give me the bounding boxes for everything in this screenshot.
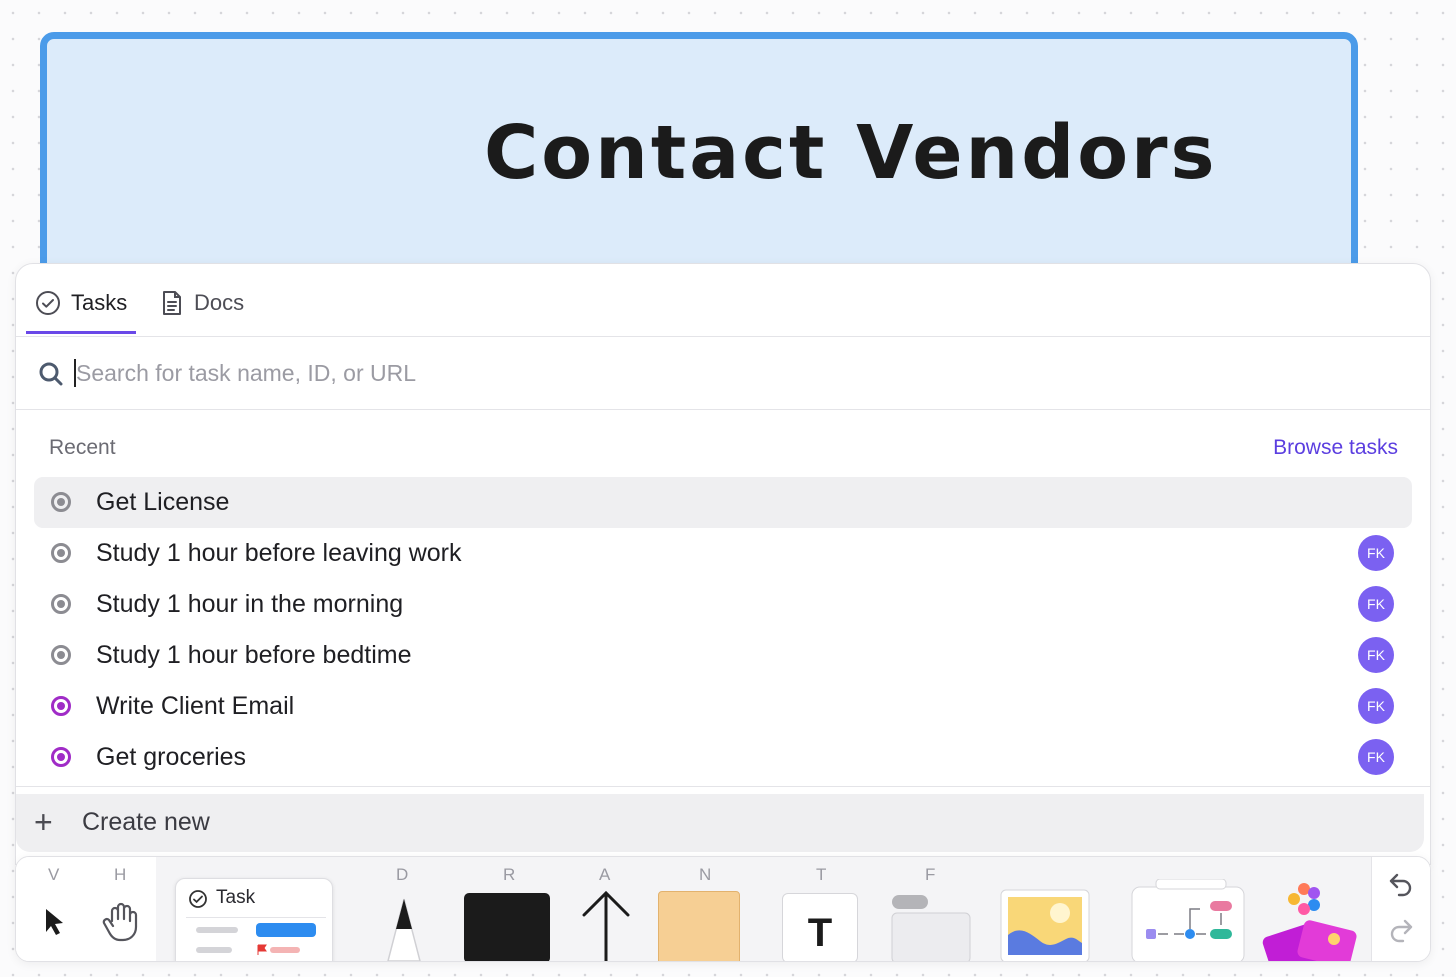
task-name: Write Client Email [96,692,295,720]
tab-docs[interactable]: Docs [160,282,244,334]
status-icon [51,747,71,767]
hand-shortcut: H [114,865,127,884]
task-name: Get groceries [96,743,247,771]
search-input[interactable] [74,353,976,393]
list-item[interactable]: Get groceries FK [34,732,1412,783]
redo-icon[interactable] [1388,917,1414,950]
avatar[interactable]: FK [1358,688,1394,724]
toolbar-nav-group: V H [16,857,156,961]
check-circle-icon [35,290,61,316]
ai-tools-icon[interactable] [1260,883,1360,961]
avatar[interactable]: FK [1358,637,1394,673]
sticky-note-icon[interactable] [658,891,740,961]
task-preview-icon [186,917,326,955]
avatar[interactable]: FK [1358,739,1394,775]
avatar[interactable]: FK [1358,535,1394,571]
tab-tasks[interactable]: Tasks [26,282,136,334]
recent-task-list: Get License Study 1 hour before leaving … [34,477,1412,783]
toolbar-history-group [1371,857,1430,961]
status-icon [51,594,71,614]
task-picker-panel: Tasks Docs Recent Browse tasks Get Licen… [15,263,1431,865]
document-icon [160,290,184,316]
tab-bar: Tasks Docs [16,264,1430,337]
text-icon[interactable]: T [782,893,858,961]
task-name: Study 1 hour before leaving work [96,539,462,567]
task-name: Study 1 hour before bedtime [96,641,412,669]
list-item[interactable]: Study 1 hour in the morning FK [34,579,1412,630]
status-icon [51,543,71,563]
pen-shortcut: D [396,865,409,884]
toolbar-tools-group: Task D R A N T T F [156,857,1371,961]
hand-icon[interactable] [102,901,140,948]
task-tool-label: Task [216,887,256,908]
frame-shortcut: F [925,865,936,884]
status-icon [51,645,71,665]
list-item[interactable]: Study 1 hour before leaving work FK [34,528,1412,579]
check-circle-icon [188,889,208,914]
status-icon [51,696,71,716]
task-name: Get License [96,488,230,516]
image-icon[interactable] [1000,889,1092,961]
frame-icon[interactable] [890,893,972,961]
task-tool[interactable]: Task [175,878,333,961]
cursor-icon[interactable] [42,907,68,942]
undo-icon[interactable] [1388,871,1414,904]
plus-icon: + [34,804,53,840]
pen-icon[interactable] [380,895,428,961]
browse-tasks-link[interactable]: Browse tasks [1273,436,1398,460]
arrow-icon[interactable] [580,889,632,961]
status-icon [51,492,71,512]
select-shortcut: V [48,865,60,884]
diagram-template-icon[interactable] [1126,878,1250,961]
tab-tasks-label: Tasks [71,290,128,315]
task-name: Study 1 hour in the morning [96,590,404,618]
list-item[interactable]: Write Client Email FK [34,681,1412,732]
arrow-shortcut: A [599,865,611,884]
create-new-button[interactable]: + Create new [16,794,1424,852]
create-new-label: Create new [82,808,210,836]
tab-docs-label: Docs [194,290,245,315]
divider [16,786,1430,787]
search-icon [38,361,64,392]
whiteboard-toolbar: V H Task D R A N T T F [15,856,1431,962]
list-item[interactable]: Study 1 hour before bedtime FK [34,630,1412,681]
list-item[interactable]: Get License [34,477,1412,528]
recent-label: Recent [49,436,116,459]
avatar[interactable]: FK [1358,586,1394,622]
sticky-note-shortcut: N [699,865,712,884]
rectangle-shortcut: R [503,865,516,884]
search-bar [16,337,1430,410]
text-shortcut: T [816,865,827,884]
rectangle-icon[interactable] [464,893,550,961]
card-title: Contact Vendors [484,110,1218,196]
